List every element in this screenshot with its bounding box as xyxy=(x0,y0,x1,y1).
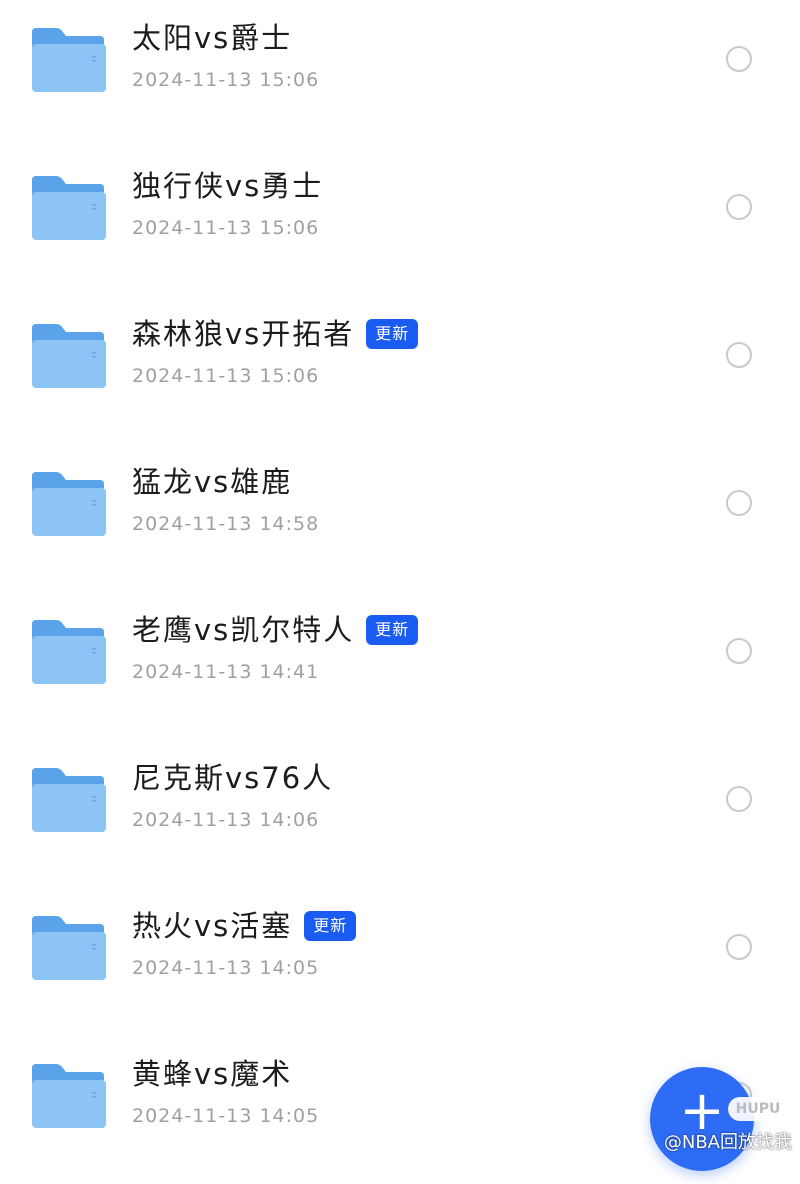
folder-date: 2024-11-13 14:05 xyxy=(132,957,320,979)
folder-date: 2024-11-13 15:06 xyxy=(132,217,320,239)
folder-icon xyxy=(32,620,106,684)
select-radio[interactable] xyxy=(726,342,752,368)
folder-icon xyxy=(32,472,106,536)
folder-title: 太阳vs爵士 xyxy=(132,21,293,55)
folder-date: 2024-11-13 14:41 xyxy=(132,661,320,683)
folder-title-line: 独行侠vs勇士 xyxy=(132,166,323,206)
folder-icon xyxy=(32,324,106,388)
folder-row[interactable]: 独行侠vs勇士 2024-11-13 15:06 xyxy=(0,148,800,296)
update-badge: 更新 xyxy=(366,615,419,645)
folder-icon xyxy=(32,768,106,832)
folder-title: 黄蜂vs魔术 xyxy=(132,1057,293,1091)
folder-title-line: 尼克斯vs76人 xyxy=(132,758,333,798)
folder-title: 热火vs活塞 xyxy=(132,909,293,943)
select-radio[interactable] xyxy=(726,46,752,72)
update-badge: 更新 xyxy=(366,319,419,349)
folder-title: 老鹰vs凯尔特人 xyxy=(132,613,355,647)
select-radio[interactable] xyxy=(726,194,752,220)
folder-icon xyxy=(32,916,106,980)
folder-title: 猛龙vs雄鹿 xyxy=(132,465,293,499)
folder-date: 2024-11-13 15:06 xyxy=(132,69,320,91)
folder-icon xyxy=(32,176,106,240)
folder-title-line: 黄蜂vs魔术 xyxy=(132,1054,292,1094)
folder-title: 森林狼vs开拓者 xyxy=(132,317,355,351)
folder-row[interactable]: 猛龙vs雄鹿 2024-11-13 14:58 xyxy=(0,444,800,592)
folder-icon xyxy=(32,28,106,92)
folder-title: 尼克斯vs76人 xyxy=(132,761,334,795)
select-radio[interactable] xyxy=(726,934,752,960)
update-badge: 更新 xyxy=(304,911,357,941)
select-radio[interactable] xyxy=(726,638,752,664)
select-radio[interactable] xyxy=(726,490,752,516)
folder-row[interactable]: 尼克斯vs76人 2024-11-13 14:06 xyxy=(0,740,800,888)
folder-row[interactable]: 热火vs活塞 更新 2024-11-13 14:05 xyxy=(0,888,800,1036)
hupu-logo: HUPU xyxy=(728,1097,788,1121)
select-radio[interactable] xyxy=(726,786,752,812)
folder-row[interactable]: 老鹰vs凯尔特人 更新 2024-11-13 14:41 xyxy=(0,592,800,740)
folder-date: 2024-11-13 14:05 xyxy=(132,1105,320,1127)
folder-title: 独行侠vs勇士 xyxy=(132,169,324,203)
folder-title-line: 森林狼vs开拓者 更新 xyxy=(132,314,419,354)
folder-list: 太阳vs爵士 2024-11-13 15:06 独行侠vs勇士 2024-11-… xyxy=(0,0,800,1161)
folder-row[interactable]: 太阳vs爵士 2024-11-13 15:06 xyxy=(0,0,800,148)
folder-date: 2024-11-13 15:06 xyxy=(132,365,320,387)
folder-title-line: 太阳vs爵士 xyxy=(132,18,292,58)
folder-row[interactable]: 森林狼vs开拓者 更新 2024-11-13 15:06 xyxy=(0,296,800,444)
folder-title-line: 老鹰vs凯尔特人 更新 xyxy=(132,610,419,650)
folder-title-line: 热火vs活塞 更新 xyxy=(132,906,357,946)
watermark-text: @NBA回放找我 xyxy=(663,1132,792,1153)
folder-date: 2024-11-13 14:58 xyxy=(132,513,320,535)
folder-icon xyxy=(32,1064,106,1128)
folder-title-line: 猛龙vs雄鹿 xyxy=(132,462,292,502)
folder-date: 2024-11-13 14:06 xyxy=(132,809,320,831)
